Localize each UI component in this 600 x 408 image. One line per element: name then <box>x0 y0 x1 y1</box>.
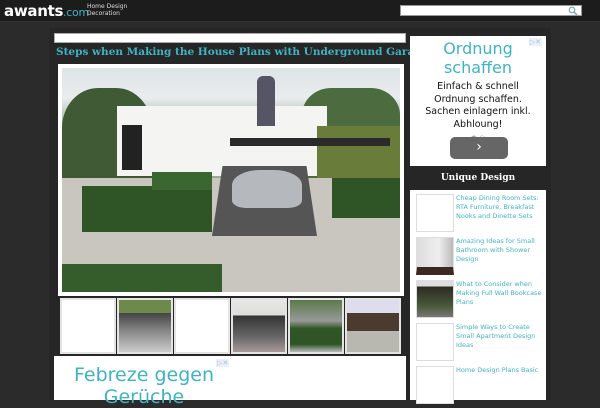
ad-body-line: Abhloung! <box>453 118 503 130</box>
ad-headline-line-2: schaffen <box>443 58 513 77</box>
tagline: Home Design Decoration <box>87 3 127 17</box>
thumbnail[interactable] <box>174 298 230 354</box>
ad-body-line: Sachen einlagern inkl. <box>425 106 531 117</box>
logo-text: awants <box>4 2 64 20</box>
sidebar-list: Cheap Dining Room Sets: RTA Furniture, B… <box>410 190 546 404</box>
item-link[interactable]: Cheap Dining Room Sets: RTA Furniture, B… <box>456 194 544 221</box>
ad-body: Einfach & schnell Ordnung schaffen. Sach… <box>410 81 546 131</box>
item-link[interactable]: Simple Ways to Create Small Apartment De… <box>456 323 544 350</box>
logo-tld: .com <box>63 6 89 19</box>
ad-headline[interactable]: Ordnung schaffen <box>410 39 546 77</box>
item-thumbnail[interactable] <box>416 323 454 361</box>
item-link[interactable]: What to Consider when Making Full Wall B… <box>456 280 544 307</box>
item-thumbnail[interactable] <box>416 194 454 232</box>
ad-headline[interactable]: Febreze gegen Gerüche <box>54 364 234 408</box>
tagline-line-2: Decoration <box>87 10 120 17</box>
item-thumbnail[interactable] <box>416 280 454 318</box>
search-input[interactable] <box>400 5 582 16</box>
ad-body-line: Einfach & schnell <box>437 81 519 92</box>
next-button[interactable]: › <box>450 137 508 159</box>
article-title[interactable]: Steps when Making the House Plans with U… <box>56 46 428 58</box>
ad-body-line: Ordnung schaffen. <box>434 93 522 105</box>
thumbnail[interactable] <box>231 298 287 354</box>
thumbnail-strip <box>60 298 401 354</box>
thumbnail[interactable] <box>345 298 401 354</box>
ad-choices-icon[interactable]: ▷✕ <box>528 38 542 46</box>
top-bar: awants.com Home Design Decoration <box>0 0 600 22</box>
item-link[interactable]: Amazing Ideas for Small Bathroom with Sh… <box>456 237 544 264</box>
sidebar-ad[interactable]: ▷✕ Ordnung schaffen Einfach & schnell Ord… <box>410 36 546 166</box>
search-icon[interactable] <box>568 6 578 16</box>
thumbnail[interactable] <box>117 298 173 354</box>
item-thumbnail[interactable] <box>416 237 454 275</box>
thumbnail[interactable] <box>288 298 344 354</box>
item-link[interactable]: Home Design Plans Basic <box>456 366 544 375</box>
thumbnail[interactable] <box>60 298 116 354</box>
bottom-ad[interactable]: ▷✕ Febreze gegen Gerüche <box>54 356 406 408</box>
sidebar-heading: Unique Design <box>440 173 516 183</box>
ad-headline-line-1: Febreze gegen <box>74 364 214 386</box>
item-thumbnail[interactable] <box>416 366 454 404</box>
ad-headline-line-2: Gerüche <box>103 386 185 408</box>
site-logo[interactable]: awants.com <box>4 2 89 20</box>
ad-headline-line-1: Ordnung <box>443 39 513 58</box>
main-photo[interactable] <box>62 68 400 292</box>
nav-bar <box>54 33 406 43</box>
tagline-line-1: Home Design <box>87 3 128 10</box>
